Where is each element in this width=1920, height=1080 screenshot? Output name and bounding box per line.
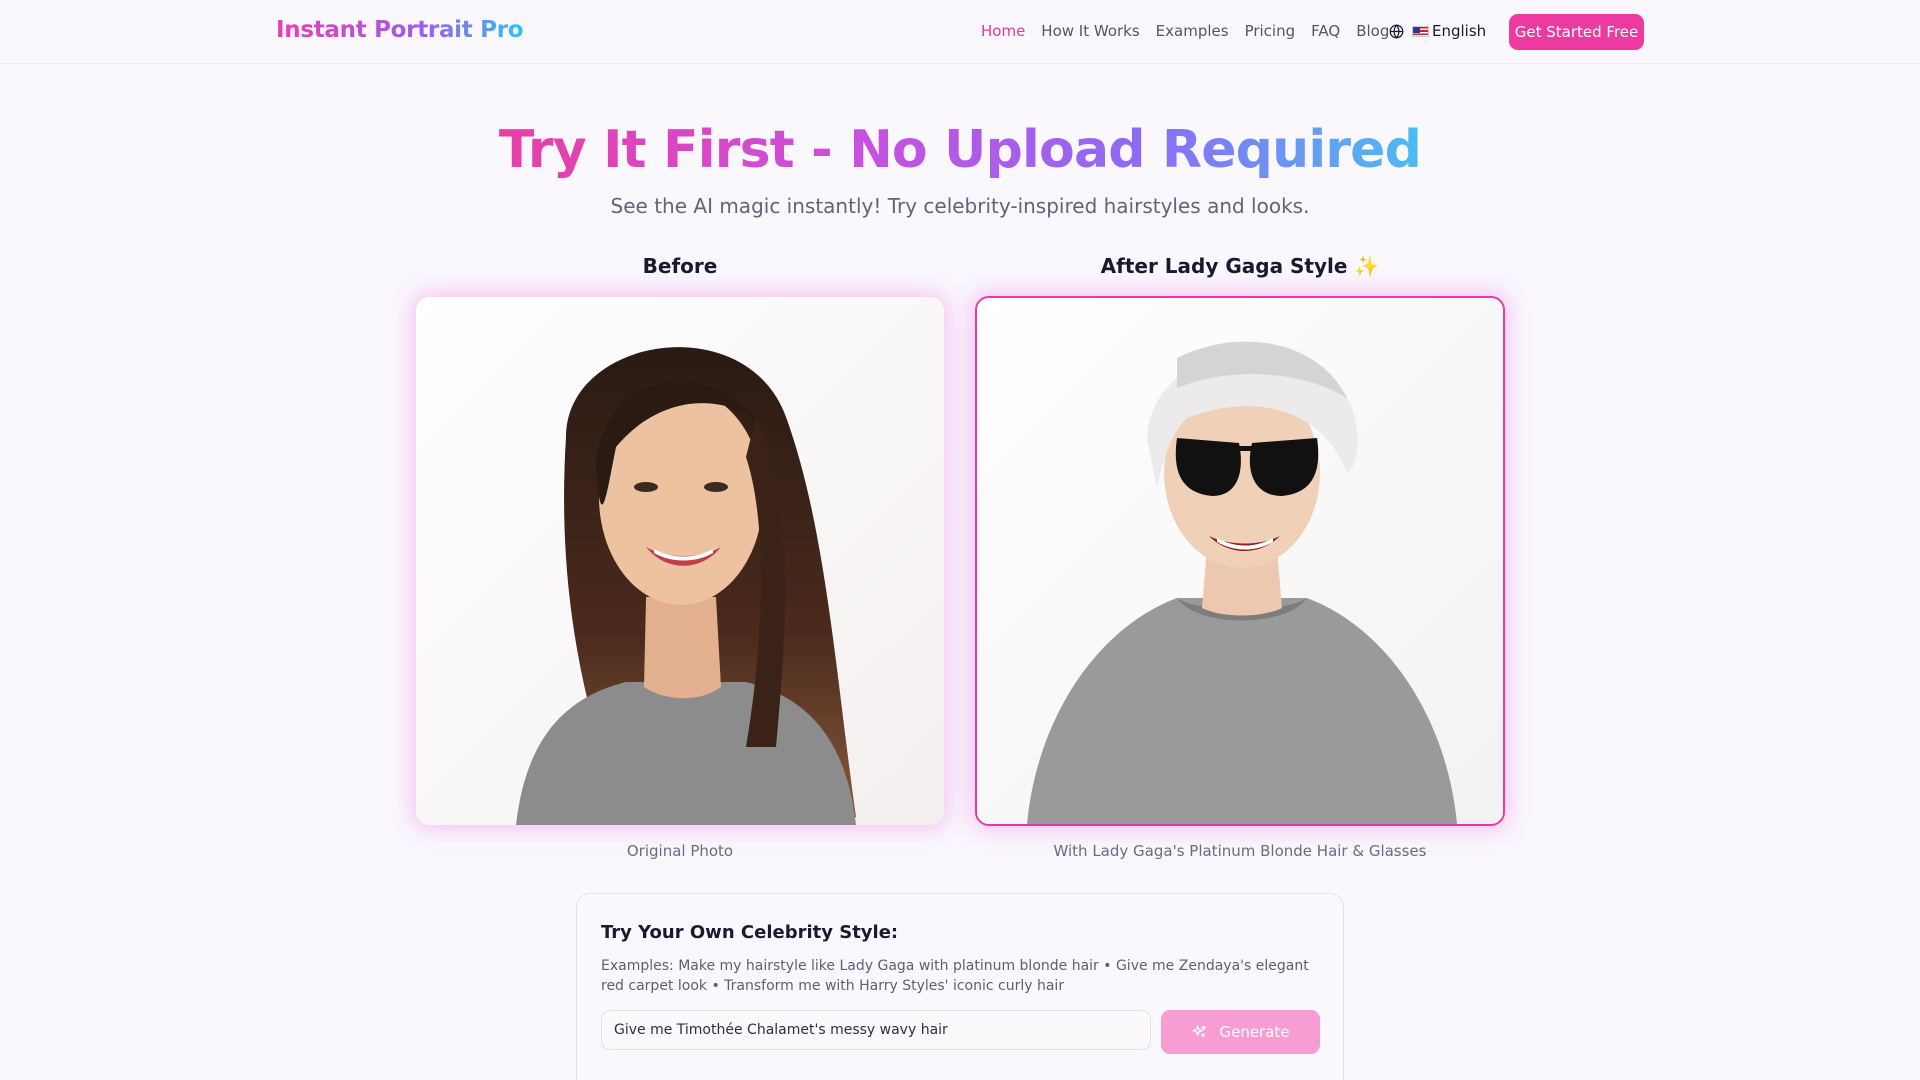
main-nav: Home How It Works Examples Pricing FAQ B… [981, 22, 1389, 40]
try-style-panel: Try Your Own Celebrity Style: Examples: … [576, 893, 1344, 1080]
hero-title: Try It First - No Upload Required [498, 120, 1422, 180]
hero-subtitle: See the AI magic instantly! Try celebrit… [610, 194, 1310, 218]
try-panel-examples: Examples: Make my hairstyle like Lady Ga… [601, 958, 1309, 994]
generate-button[interactable]: Generate [1161, 1010, 1320, 1054]
nav-blog[interactable]: Blog [1356, 22, 1389, 40]
try-panel-title: Try Your Own Celebrity Style: [601, 922, 899, 943]
nav-examples[interactable]: Examples [1156, 22, 1229, 40]
before-label: Before [642, 254, 718, 278]
style-prompt-input[interactable] [601, 1010, 1151, 1050]
globe-icon [1389, 23, 1404, 39]
language-selector[interactable]: English [1389, 22, 1486, 40]
us-flag-icon [1412, 25, 1429, 37]
nav-how-it-works[interactable]: How It Works [1041, 22, 1139, 40]
top-header: Instant Portrait Pro Home How It Works E… [0, 0, 1920, 64]
nav-faq[interactable]: FAQ [1311, 22, 1340, 40]
after-caption: With Lady Gaga's Platinum Blonde Hair & … [1053, 842, 1427, 860]
sparkles-icon [1192, 1025, 1207, 1038]
language-label: English [1432, 22, 1487, 40]
after-photo [975, 296, 1505, 826]
logo[interactable]: Instant Portrait Pro [276, 17, 524, 43]
nav-home[interactable]: Home [981, 22, 1025, 40]
before-photo [416, 297, 944, 825]
nav-pricing[interactable]: Pricing [1245, 22, 1296, 40]
after-label: After Lady Gaga Style ✨ [1100, 254, 1380, 278]
before-caption: Original Photo [626, 842, 734, 860]
get-started-button[interactable]: Get Started Free [1509, 14, 1644, 50]
generate-label: Generate [1219, 1023, 1290, 1041]
